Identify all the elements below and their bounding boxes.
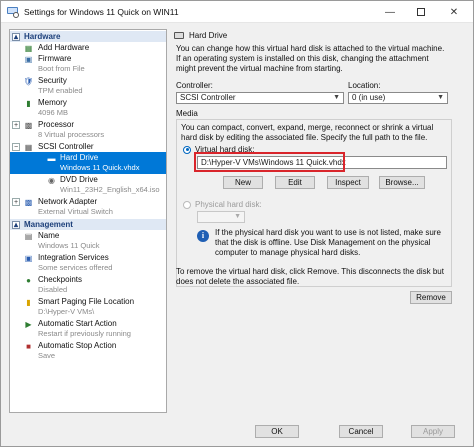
- edit-button[interactable]: Edit: [275, 176, 315, 189]
- sidebar-item-memory[interactable]: ▮ Memory 4096 MB: [10, 97, 166, 119]
- expand-icon[interactable]: +: [12, 198, 20, 206]
- sidebar-item-dvd-drive[interactable]: ◉ DVD Drive Win11_23H2_English_x64.iso: [10, 174, 166, 196]
- stop-action-icon: ■: [26, 341, 31, 351]
- browse-button[interactable]: Browse...: [379, 176, 425, 189]
- dvd-drive-icon: ◉: [48, 175, 55, 185]
- sidebar-item-add-hardware[interactable]: ▦ Add Hardware: [10, 42, 166, 53]
- sidebar-item-automatic-stop[interactable]: ■ Automatic Stop Action Save: [10, 340, 166, 362]
- cancel-button[interactable]: Cancel: [339, 425, 383, 438]
- path-highlight-box: [194, 152, 345, 172]
- hard-drive-icon: ▬: [47, 153, 56, 163]
- folder-icon: ▮: [26, 297, 31, 307]
- dialog-footer: OK Cancel Apply: [1, 419, 473, 446]
- security-icon: 🛡: [23, 76, 34, 86]
- inspect-button[interactable]: Inspect: [327, 176, 369, 189]
- processor-icon: ▩: [24, 120, 33, 130]
- checkpoints-icon: ●: [26, 275, 31, 285]
- hardware-section-header[interactable]: ▴ Hardware: [10, 31, 166, 42]
- physical-disk-note: If the physical hard disk you want to us…: [215, 228, 441, 257]
- settings-window: Settings for Windows 11 Quick on WIN11 —…: [0, 0, 474, 447]
- sidebar-item-network-adapter[interactable]: + ▩ Network Adapter External Virtual Swi…: [10, 196, 166, 218]
- collapse-icon[interactable]: −: [12, 143, 20, 151]
- chevron-down-icon: ▼: [333, 94, 340, 101]
- window-title: Settings for Windows 11 Quick on WIN11: [24, 6, 179, 17]
- chevron-down-icon: ▼: [437, 94, 444, 101]
- location-label: Location:: [348, 81, 381, 90]
- media-label: Media: [176, 109, 198, 118]
- start-action-icon: ▶: [25, 319, 32, 329]
- chevron-down-icon: ▼: [234, 213, 241, 220]
- memory-icon: ▮: [26, 98, 31, 108]
- virtual-disk-radio[interactable]: [183, 145, 191, 154]
- title-bar: Settings for Windows 11 Quick on WIN11 —…: [1, 1, 473, 23]
- maximize-icon: [417, 8, 425, 16]
- media-group: You can compact, convert, expand, merge,…: [176, 119, 452, 287]
- sidebar-item-integration-services[interactable]: ▣ Integration Services Some services off…: [10, 252, 166, 274]
- network-adapter-icon: ▩: [24, 197, 33, 207]
- sidebar-item-security[interactable]: 🛡 Security TPM enabled: [10, 75, 166, 97]
- controller-label: Controller:: [176, 81, 213, 90]
- media-description: You can compact, convert, expand, merge,…: [181, 123, 434, 142]
- minimize-icon: —: [385, 6, 395, 18]
- remove-button[interactable]: Remove: [410, 291, 452, 304]
- new-button[interactable]: New: [223, 176, 263, 189]
- sidebar-item-name[interactable]: ▤ Name Windows 11 Quick: [10, 230, 166, 252]
- close-icon: ✕: [449, 6, 459, 18]
- controller-select[interactable]: SCSI Controller ▼: [176, 92, 344, 104]
- integration-services-icon: ▣: [24, 253, 33, 263]
- panel-header: Hard Drive: [172, 29, 454, 41]
- scsi-controller-icon: ▦: [24, 142, 33, 152]
- collapse-icon: ▴: [12, 31, 20, 41]
- sidebar-item-checkpoints[interactable]: ● Checkpoints Disabled: [10, 274, 166, 296]
- firmware-icon: ▣: [24, 54, 33, 64]
- sidebar-item-scsi-controller[interactable]: − ▦ SCSI Controller: [10, 141, 166, 152]
- hard-drive-icon: [174, 31, 184, 39]
- info-icon: i: [197, 230, 209, 242]
- settings-tree: ▴ Hardware ▦ Add Hardware ▣ Firmware Boo…: [9, 29, 167, 413]
- management-section-header[interactable]: ▴ Management: [10, 219, 166, 230]
- panel-description: You can change how this virtual hard dis…: [176, 44, 445, 73]
- physical-disk-radio[interactable]: [183, 200, 191, 209]
- location-select[interactable]: 0 (in use) ▼: [348, 92, 448, 104]
- hard-drive-panel: Hard Drive You can change how this virtu…: [172, 29, 454, 413]
- minimize-button[interactable]: —: [375, 1, 405, 23]
- remove-description: To remove the virtual hard disk, click R…: [176, 267, 444, 286]
- close-button[interactable]: ✕: [439, 1, 469, 23]
- expand-icon[interactable]: +: [12, 121, 20, 129]
- sidebar-item-processor[interactable]: + ▩ Processor 8 Virtual processors: [10, 119, 166, 141]
- sidebar-item-firmware[interactable]: ▣ Firmware Boot from File: [10, 53, 166, 75]
- maximize-button[interactable]: [406, 1, 436, 23]
- apply-button[interactable]: Apply: [411, 425, 455, 438]
- sidebar-item-smart-paging[interactable]: ▮ Smart Paging File Location D:\Hyper-V …: [10, 296, 166, 318]
- sidebar-item-automatic-start[interactable]: ▶ Automatic Start Action Restart if prev…: [10, 318, 166, 340]
- sidebar-item-hard-drive[interactable]: ▬ Hard Drive Windows 11 Quick.vhdx: [10, 152, 166, 174]
- ok-button[interactable]: OK: [255, 425, 299, 438]
- name-icon: ▤: [24, 231, 33, 241]
- physical-disk-select[interactable]: ▼: [197, 211, 245, 223]
- add-hardware-icon: ▦: [24, 43, 33, 53]
- vm-settings-icon: [7, 6, 19, 18]
- collapse-icon: ▴: [12, 219, 20, 229]
- physical-hard-disk-option[interactable]: Physical hard disk:: [183, 200, 262, 209]
